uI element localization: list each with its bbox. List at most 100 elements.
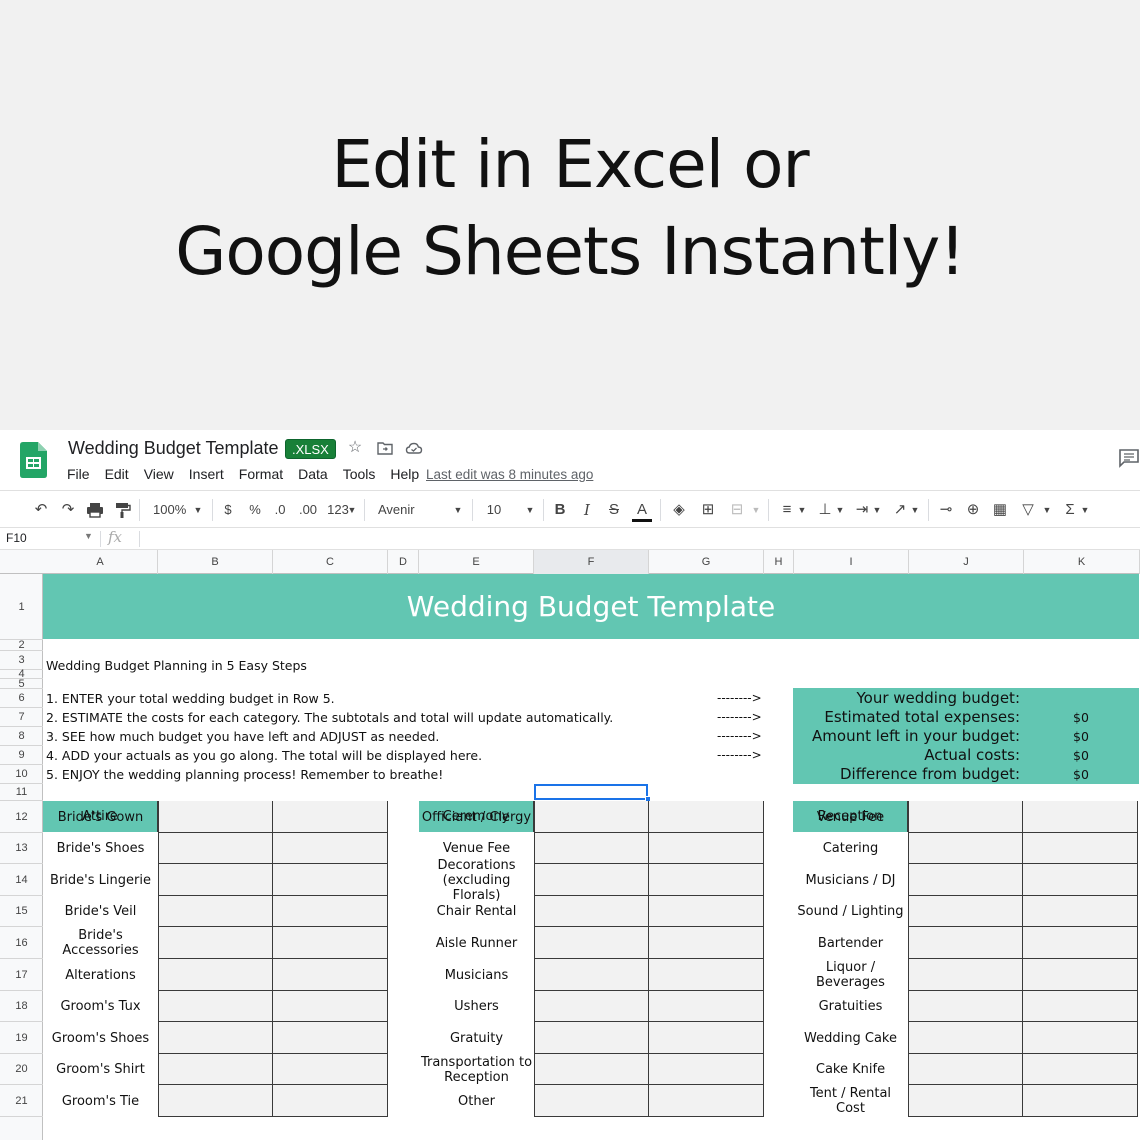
category-item[interactable]: Bride's Gown	[43, 801, 158, 833]
row-header-16[interactable]: 16	[0, 927, 43, 959]
menu-view[interactable]: View	[144, 466, 174, 482]
category-item[interactable]: Bride's Shoes	[43, 833, 158, 864]
estimated-input-cell[interactable]	[908, 801, 1023, 833]
category-item[interactable]: Bride's Lingerie	[43, 864, 158, 896]
actual-input-cell[interactable]	[1023, 927, 1138, 959]
estimated-input-cell[interactable]	[908, 927, 1023, 959]
step-5[interactable]: 5. ENJOY the wedding planning process! R…	[46, 767, 443, 782]
estimated-input-cell[interactable]	[908, 959, 1023, 991]
category-item[interactable]: Ushers	[419, 991, 534, 1022]
estimated-input-cell[interactable]	[908, 896, 1023, 927]
last-edit-link[interactable]: Last edit was 8 minutes ago	[426, 467, 593, 482]
estimated-input-cell[interactable]	[158, 1022, 273, 1054]
estimated-input-cell[interactable]	[534, 833, 649, 864]
step-2[interactable]: 2. ESTIMATE the costs for each category.…	[46, 710, 613, 725]
row-header-20[interactable]: 20	[0, 1054, 43, 1085]
estimated-input-cell[interactable]	[158, 864, 273, 896]
estimated-input-cell[interactable]	[908, 1022, 1023, 1054]
actual-input-cell[interactable]	[1023, 833, 1138, 864]
row-header-7[interactable]: 7	[0, 708, 43, 727]
column-header-d[interactable]: D	[388, 550, 419, 574]
actual-input-cell[interactable]	[1023, 896, 1138, 927]
estimated-input-cell[interactable]	[534, 991, 649, 1022]
actual-input-cell[interactable]	[273, 1085, 388, 1117]
comment-history-icon[interactable]	[1118, 448, 1140, 468]
estimated-input-cell[interactable]	[908, 833, 1023, 864]
column-header-e[interactable]: E	[419, 550, 534, 574]
borders-icon[interactable]: ⊞	[698, 500, 718, 520]
actual-input-cell[interactable]	[649, 1022, 764, 1054]
menu-file[interactable]: File	[67, 466, 90, 482]
actual-input-cell[interactable]	[1023, 1054, 1138, 1085]
summary-label-actual[interactable]: Actual costs:	[924, 746, 1020, 764]
actual-input-cell[interactable]	[1023, 801, 1138, 833]
summary-value-difference[interactable]: $0	[1073, 767, 1089, 782]
column-header-h[interactable]: H	[764, 550, 794, 574]
chevron-down-icon[interactable]: ▼	[347, 500, 357, 520]
step-3[interactable]: 3. SEE how much budget you have left and…	[46, 729, 439, 744]
chevron-down-icon[interactable]: ▼	[872, 500, 882, 520]
row-header-12[interactable]: 12	[0, 801, 43, 833]
row-header-13[interactable]: 13	[0, 833, 43, 864]
actual-input-cell[interactable]	[1023, 1085, 1138, 1117]
merge-cells-icon[interactable]: ⊟	[727, 500, 747, 520]
insert-link-icon[interactable]: ⊸	[936, 500, 956, 520]
category-item[interactable]: Chair Rental	[419, 896, 534, 927]
summary-label-budget[interactable]: Your wedding budget:	[856, 689, 1020, 707]
italic-button[interactable]: I	[578, 500, 596, 520]
actual-input-cell[interactable]	[649, 801, 764, 833]
summary-label-estimated[interactable]: Estimated total expenses:	[824, 708, 1020, 726]
step-4[interactable]: 4. ADD your actuals as you go along. The…	[46, 748, 482, 763]
row-header-10[interactable]: 10	[0, 765, 43, 784]
estimated-input-cell[interactable]	[534, 959, 649, 991]
summary-label-remaining[interactable]: Amount left in your budget:	[812, 727, 1020, 745]
actual-input-cell[interactable]	[1023, 991, 1138, 1022]
column-header-i[interactable]: I	[794, 550, 909, 574]
chevron-down-icon[interactable]: ▼	[751, 500, 761, 520]
category-item[interactable]: Gratuities	[793, 991, 908, 1022]
menu-help[interactable]: Help	[390, 466, 419, 482]
estimated-input-cell[interactable]	[158, 833, 273, 864]
actual-input-cell[interactable]	[273, 927, 388, 959]
category-item[interactable]: Groom's Shirt	[43, 1054, 158, 1085]
actual-input-cell[interactable]	[1023, 959, 1138, 991]
category-item[interactable]: Venue Fee	[793, 801, 908, 833]
chevron-down-icon[interactable]: ▼	[1042, 500, 1052, 520]
column-header-f[interactable]: F	[534, 550, 649, 574]
chevron-down-icon[interactable]: ▼	[835, 500, 845, 520]
category-item[interactable]: Musicians	[419, 959, 534, 991]
strikethrough-button[interactable]: S	[605, 500, 623, 520]
category-item[interactable]: Groom's Tie	[43, 1085, 158, 1117]
estimated-input-cell[interactable]	[534, 896, 649, 927]
actual-input-cell[interactable]	[649, 927, 764, 959]
menu-format[interactable]: Format	[239, 466, 283, 482]
horizontal-align-icon[interactable]: ≡	[777, 500, 797, 520]
actual-input-cell[interactable]	[1023, 1022, 1138, 1054]
estimated-input-cell[interactable]	[534, 1085, 649, 1117]
chevron-down-icon[interactable]: ▼	[84, 531, 93, 541]
category-item[interactable]: Other	[419, 1085, 534, 1117]
actual-input-cell[interactable]	[649, 833, 764, 864]
functions-icon[interactable]: Σ	[1060, 500, 1080, 520]
column-header-k[interactable]: K	[1024, 550, 1140, 574]
chevron-down-icon[interactable]: ▼	[910, 500, 920, 520]
estimated-input-cell[interactable]	[158, 927, 273, 959]
row-header-5[interactable]: 5	[0, 679, 43, 690]
menu-edit[interactable]: Edit	[105, 466, 129, 482]
cloud-status-icon[interactable]	[405, 439, 423, 457]
row-header-18[interactable]: 18	[0, 991, 43, 1022]
category-item[interactable]: Wedding Cake	[793, 1022, 908, 1054]
category-item[interactable]: Officiant / Clergy	[419, 801, 534, 833]
category-item[interactable]: Bartender	[793, 927, 908, 959]
estimated-input-cell[interactable]	[908, 1054, 1023, 1085]
row-header-17[interactable]: 17	[0, 959, 43, 991]
file-type-badge[interactable]: .XLSX	[285, 439, 336, 459]
text-color-button[interactable]: A	[632, 500, 652, 522]
zoom-select[interactable]: 100%	[153, 500, 186, 520]
actual-input-cell[interactable]	[273, 1054, 388, 1085]
text-wrap-icon[interactable]: ⇥	[852, 500, 872, 520]
font-family-select[interactable]: Avenir	[378, 500, 415, 520]
summary-label-difference[interactable]: Difference from budget:	[840, 765, 1020, 783]
decrease-decimal-button[interactable]: .0	[271, 500, 289, 520]
estimated-input-cell[interactable]	[158, 1085, 273, 1117]
